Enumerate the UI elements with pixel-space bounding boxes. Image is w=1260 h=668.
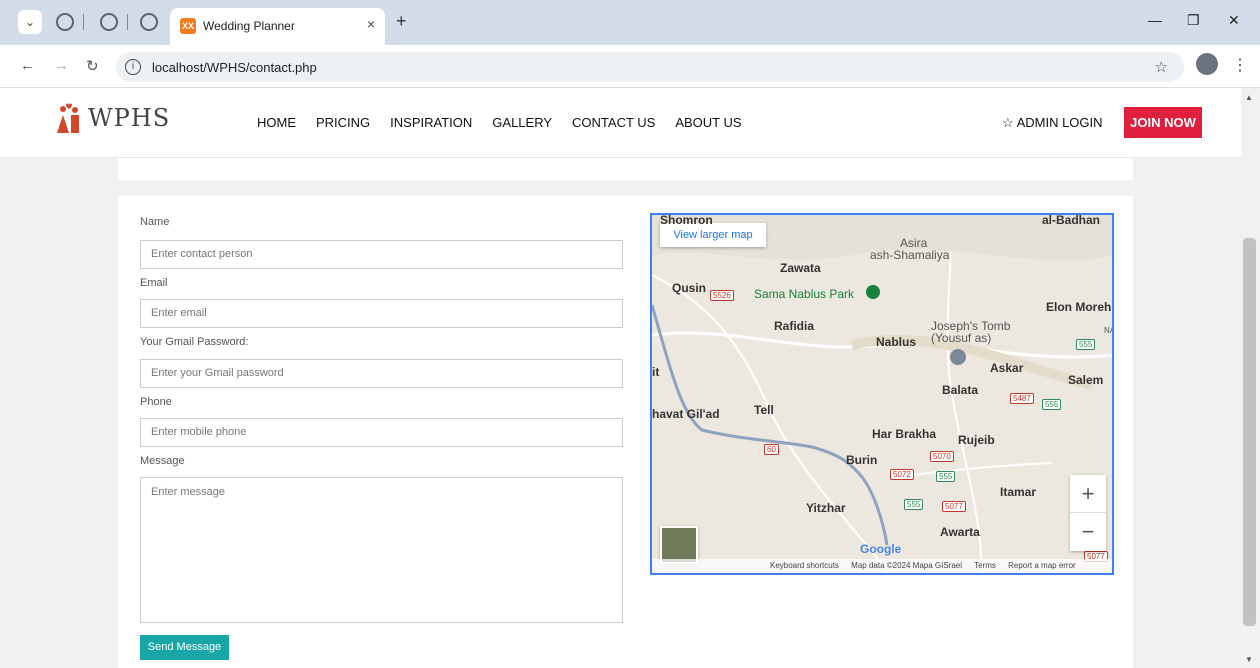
park-pin-icon — [866, 285, 880, 299]
place-rafidia: Rafidia — [774, 319, 815, 333]
site-header: WPHS HOME PRICING INSPIRATION GALLERY CO… — [0, 88, 1241, 158]
road-badge: 555 — [1076, 339, 1096, 350]
bookmark-star-icon[interactable]: ☆ — [1155, 58, 1168, 76]
scroll-up-icon[interactable]: ▲ — [1245, 93, 1253, 102]
road-badge: 60 — [764, 444, 779, 455]
place-sama-nablus-park: Sama Nablus Park — [754, 287, 855, 301]
send-message-button[interactable]: Send Message — [140, 635, 229, 660]
map-footer: Keyboard shortcuts Map data ©2024 Mapa G… — [652, 559, 1112, 573]
place-har-brakha: Har Brakha — [872, 427, 937, 441]
nav-pricing[interactable]: PRICING — [316, 115, 370, 130]
road-badge: 5070 — [930, 451, 954, 462]
tab-close-icon[interactable]: × — [367, 16, 375, 32]
map-roads — [652, 215, 1112, 573]
close-window-icon[interactable]: ✕ — [1228, 12, 1240, 29]
tomb-pin-icon — [950, 349, 966, 365]
place-askar: Askar — [990, 361, 1024, 375]
email-label: Email — [140, 277, 168, 289]
nav-inspiration[interactable]: INSPIRATION — [390, 115, 472, 130]
place-havat-gilad: havat Gil'ad — [652, 407, 720, 421]
nav-about-us[interactable]: ABOUT US — [675, 115, 741, 130]
site-info-icon[interactable]: i — [125, 59, 141, 75]
place-burin: Burin — [846, 453, 878, 467]
restore-icon[interactable]: ❐ — [1187, 12, 1200, 29]
place-yitzhar: Yitzhar — [806, 501, 846, 515]
main-nav: HOME PRICING INSPIRATION GALLERY CONTACT… — [257, 115, 762, 130]
admin-login-label: ADMIN LOGIN — [1016, 115, 1103, 130]
place-zawata: Zawata — [780, 261, 821, 275]
place-elon-moreh: Elon Moreh — [1046, 300, 1112, 314]
join-now-button[interactable]: JOIN NOW — [1124, 107, 1202, 138]
scroll-down-icon[interactable]: ▼ — [1245, 655, 1253, 664]
gmail-password-label: Your Gmail Password: — [140, 336, 249, 348]
road-badge: 555 — [904, 499, 924, 510]
place-na: NA — [1104, 326, 1112, 335]
page-viewport: WPHS HOME PRICING INSPIRATION GALLERY CO… — [0, 88, 1241, 668]
place-it: it — [652, 365, 660, 379]
message-textarea[interactable]: Enter message — [140, 477, 623, 623]
tab-title: Wedding Planner — [203, 19, 295, 33]
place-yousuf-as: (Yousuf as) — [931, 331, 992, 345]
road-badge: 5487 — [1010, 393, 1034, 404]
map-data-text: Map data ©2024 Mapa GISrael — [851, 561, 963, 570]
road-badge: 5077 — [942, 501, 966, 512]
browser-menu-icon[interactable]: ⋮ — [1232, 55, 1248, 75]
new-tab-icon[interactable]: + — [396, 11, 407, 32]
back-icon[interactable]: ← — [20, 57, 35, 74]
road-badge: 5072 — [890, 469, 914, 480]
globe-icon[interactable] — [100, 13, 118, 31]
couple-logo-icon — [57, 103, 79, 133]
place-awarta: Awarta — [940, 525, 980, 539]
nav-home[interactable]: HOME — [257, 115, 296, 130]
place-qusin: Qusin — [672, 281, 707, 295]
place-al-badhan: al-Badhan — [1042, 213, 1101, 227]
place-nablus: Nablus — [876, 335, 917, 349]
xampp-icon: XX — [180, 18, 196, 34]
place-shomron: Shomron — [660, 213, 713, 227]
report-error-link[interactable]: Report a map error — [1008, 561, 1076, 570]
reload-icon[interactable]: ↻ — [86, 57, 99, 75]
google-logo: Google — [860, 542, 902, 556]
terms-link[interactable]: Terms — [974, 561, 996, 570]
place-rujeib: Rujeib — [958, 433, 995, 447]
road-badge: 5526 — [710, 290, 734, 301]
name-input[interactable]: Enter contact person — [140, 240, 623, 269]
minimize-icon[interactable]: — — [1148, 12, 1162, 28]
tab-wedding-planner[interactable]: XX Wedding Planner × — [170, 8, 385, 45]
nav-contact-us[interactable]: CONTACT US — [572, 115, 655, 130]
road-badge: 555 — [1042, 399, 1062, 410]
logo-text[interactable]: WPHS — [88, 104, 170, 132]
phone-label: Phone — [140, 396, 172, 408]
url-omnibox[interactable]: i localhost/WPHS/contact.php ☆ — [116, 52, 1184, 82]
place-balata: Balata — [942, 383, 979, 397]
place-tell: Tell — [754, 403, 774, 417]
browser-tab-bar: ⌄ XX Wedding Planner × + — ❐ ✕ — [0, 0, 1260, 45]
email-input[interactable]: Enter email — [140, 299, 623, 328]
place-itamar: Itamar — [1000, 485, 1037, 499]
keyboard-shortcuts-link[interactable]: Keyboard shortcuts — [770, 561, 839, 570]
zoom-out-button[interactable]: − — [1070, 513, 1106, 551]
forward-icon[interactable]: → — [54, 57, 69, 74]
globe-icon[interactable] — [56, 13, 74, 31]
top-card — [118, 158, 1133, 180]
message-label: Message — [140, 455, 185, 467]
star-icon: ☆ — [1002, 115, 1017, 130]
gmail-password-input[interactable]: Enter your Gmail password — [140, 359, 623, 388]
phone-input[interactable]: Enter mobile phone — [140, 418, 623, 447]
profile-avatar[interactable] — [1196, 53, 1218, 75]
scrollbar-thumb[interactable] — [1243, 238, 1256, 626]
address-bar: ← → ↻ i localhost/WPHS/contact.php ☆ — [0, 45, 1260, 88]
name-label: Name — [140, 216, 170, 228]
google-map-embed[interactable]: View larger map Shomron al-Badhan Asira … — [650, 213, 1114, 575]
map-zoom-controls: + − — [1070, 475, 1106, 551]
admin-login-link[interactable]: ☆ ADMIN LOGIN — [1002, 115, 1103, 131]
tab-search-dropdown-icon[interactable]: ⌄ — [18, 10, 42, 34]
globe-icon[interactable] — [140, 13, 158, 31]
zoom-in-button[interactable]: + — [1070, 475, 1106, 513]
nav-gallery[interactable]: GALLERY — [492, 115, 552, 130]
url-text[interactable]: localhost/WPHS/contact.php — [152, 60, 317, 75]
road-badge: 555 — [936, 471, 956, 482]
place-ash-shamaliya: ash-Shamaliya — [870, 248, 950, 262]
place-salem: Salem — [1068, 373, 1104, 387]
